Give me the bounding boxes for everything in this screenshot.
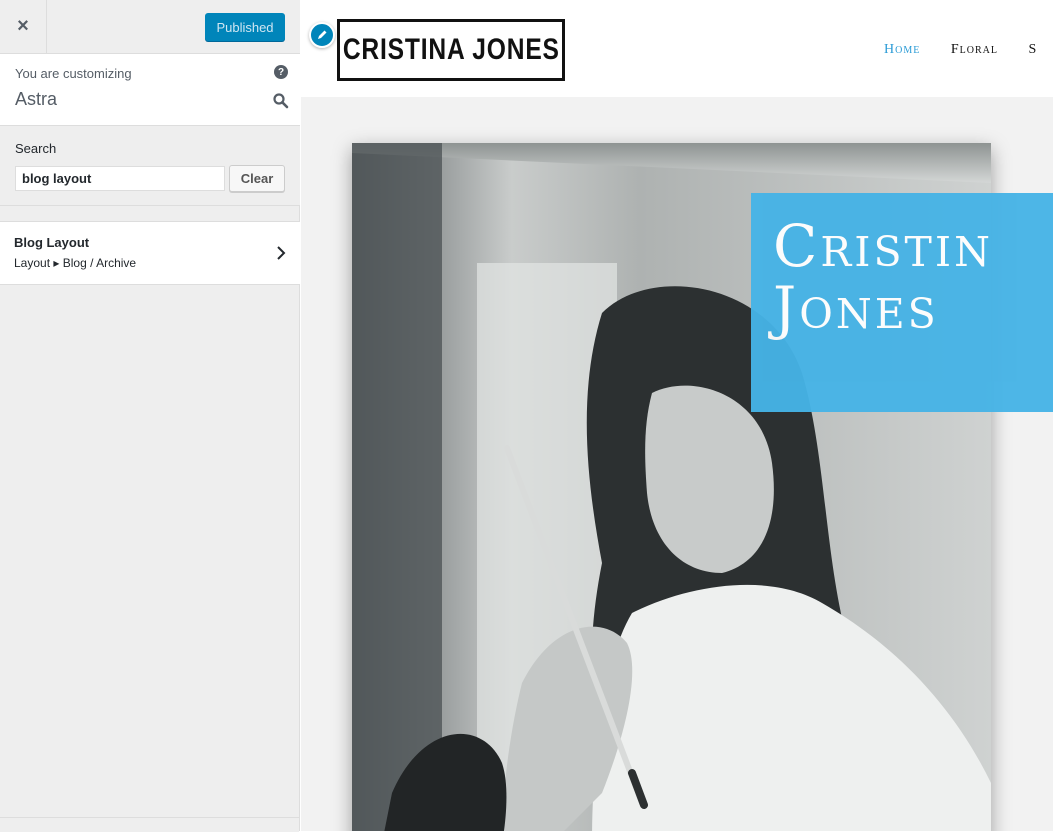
customizer-header: × Published <box>0 0 300 54</box>
logo-text: CRISTINA JONES <box>342 33 560 66</box>
hero-title-box: Cristin Jones <box>751 193 1053 412</box>
search-result-blog-layout[interactable]: Blog Layout Layout ▸ Blog / Archive <box>0 221 300 285</box>
search-icon[interactable] <box>272 92 290 110</box>
site-logo[interactable]: CRISTINA JONES <box>337 19 565 81</box>
customizer-footer <box>0 817 299 832</box>
nav-item-partial[interactable]: S <box>1028 42 1037 57</box>
clear-button[interactable]: Clear <box>229 165 285 192</box>
nav-item-floral[interactable]: Floral <box>951 42 998 57</box>
hero-title: Cristin Jones <box>773 212 993 342</box>
close-icon: × <box>17 15 29 37</box>
pencil-icon <box>318 30 327 39</box>
search-input[interactable] <box>15 166 225 191</box>
result-title: Blog Layout <box>14 235 90 250</box>
search-section: Search Clear <box>0 126 300 206</box>
site-preview: CRISTINA JONES Home Floral S Cristin Jon… <box>301 0 1053 831</box>
theme-name: Astra <box>15 89 58 109</box>
customizer-sidebar: × Published You are customizing Astra ? … <box>0 0 300 832</box>
search-label: Search <box>15 141 57 156</box>
result-path: Layout ▸ Blog / Archive <box>14 256 137 270</box>
edit-shortcut-pencil-icon[interactable] <box>309 22 335 48</box>
close-button[interactable]: × <box>0 0 47 53</box>
nav-item-home[interactable]: Home <box>884 42 920 57</box>
published-button[interactable]: Published <box>205 13 285 41</box>
site-header: CRISTINA JONES Home Floral S <box>301 0 1053 97</box>
chevron-right-icon <box>277 246 286 260</box>
customizing-info: You are customizing Astra ? <box>0 54 300 126</box>
customizing-caption: You are customizing <box>15 66 132 81</box>
primary-nav: Home Floral S <box>884 42 1053 58</box>
help-icon[interactable]: ? <box>274 65 288 79</box>
